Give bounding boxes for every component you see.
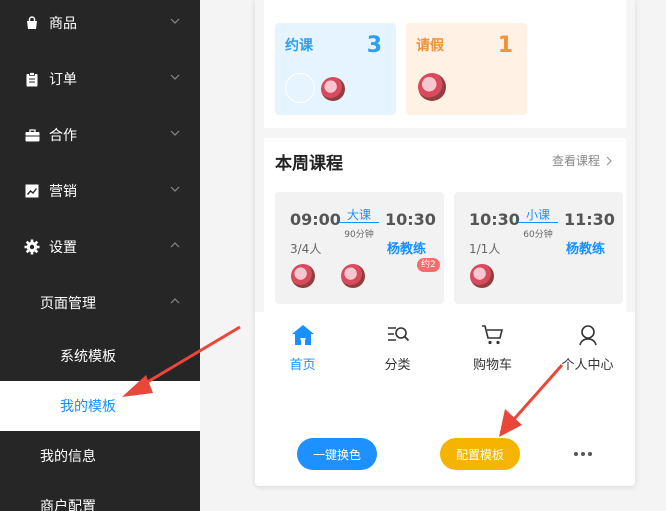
chevron-down-icon <box>170 186 180 192</box>
tab-label: 购物车 <box>472 358 512 373</box>
sidebar-item-label: 页面管理 <box>40 296 96 312</box>
chevron-down-icon <box>170 18 180 24</box>
avatar <box>291 264 315 288</box>
tab-home[interactable]: 首页 <box>255 312 350 382</box>
sidebar-item-label: 系统模板 <box>60 349 116 365</box>
chevron-up-icon <box>170 242 180 248</box>
course-type: 小课 <box>525 208 550 222</box>
clipboard-icon <box>24 71 40 87</box>
section-title: 本周课程 <box>275 154 343 174</box>
stat-booked[interactable]: 约课 3 <box>275 23 396 115</box>
course-end-time: 11:30 <box>564 210 615 229</box>
stat-label: 请假 <box>416 38 444 54</box>
sidebar-item-label: 营销 <box>49 184 77 200</box>
stat-leave[interactable]: 请假 1 <box>406 23 527 115</box>
avatar <box>418 73 446 101</box>
course-start-time: 10:30 <box>469 210 520 229</box>
more-options-icon[interactable] <box>571 442 595 466</box>
stat-label: 约课 <box>285 38 313 54</box>
chevron-right-icon <box>606 156 612 165</box>
avatar <box>470 264 494 288</box>
course-type: 大课 <box>346 208 371 222</box>
bottom-tabbar: 首页 分类 购物车 个人中心 <box>255 312 635 382</box>
sidebar-item-cooperation[interactable]: 合作 <box>0 107 200 163</box>
course-start-time: 09:00 <box>290 210 341 229</box>
chevron-up-icon <box>170 298 180 304</box>
tab-label: 分类 <box>384 358 411 373</box>
course-end-time: 10:30 <box>385 210 436 229</box>
sidebar-item-label: 合作 <box>49 128 77 144</box>
course-attendance: 3/4人 <box>290 242 322 256</box>
booking-stats-card: 约课 3 请假 1 <box>264 0 626 128</box>
sidebar-item-my-info[interactable]: 我的信息 <box>0 431 200 481</box>
chevron-down-icon <box>170 130 180 136</box>
tab-profile[interactable]: 个人中心 <box>540 312 635 382</box>
sidebar-item-orders[interactable]: 订单 <box>0 51 200 107</box>
sidebar-item-page-management[interactable]: 页面管理 <box>0 275 200 331</box>
weekly-courses-card: 本周课程 查看课程 09:00 大课 90分钟 10:30 3/4人 杨教练 约… <box>264 138 626 312</box>
category-search-icon <box>387 327 409 342</box>
course-duration: 90分钟 <box>344 230 374 240</box>
sidebar-item-products[interactable]: 商品 <box>0 0 200 51</box>
briefcase-icon <box>24 127 40 143</box>
avatar <box>321 77 345 101</box>
sidebar-item-label: 商户配置 <box>40 499 96 511</box>
course-teacher: 杨教练 <box>387 242 427 257</box>
course-teacher: 杨教练 <box>566 242 606 257</box>
sidebar-item-settings[interactable]: 设置 <box>0 219 200 275</box>
course-card[interactable]: 09:00 大课 90分钟 10:30 3/4人 杨教练 约2 <box>275 192 444 304</box>
tab-category[interactable]: 分类 <box>350 312 445 382</box>
sidebar-item-marketing[interactable]: 营销 <box>0 163 200 219</box>
course-divider <box>339 222 379 223</box>
phone-content: 约课 3 请假 1 本周课程 查看课程 09:00 大课 90分钟 10:30 … <box>255 0 635 312</box>
booking-badge: 约2 <box>417 258 440 272</box>
home-icon <box>291 325 314 345</box>
sidebar-item-my-templates[interactable]: 我的模板 <box>0 381 200 431</box>
chevron-down-icon <box>170 74 180 80</box>
sidebar-item-label: 设置 <box>49 240 77 256</box>
phone-preview: 约课 3 请假 1 本周课程 查看课程 09:00 大课 90分钟 10:30 … <box>255 0 635 486</box>
sidebar-item-system-templates[interactable]: 系统模板 <box>0 331 200 381</box>
sidebar-item-merchant-config[interactable]: 商户配置 <box>0 481 200 511</box>
view-courses-link[interactable]: 查看课程 <box>552 152 614 169</box>
course-duration: 60分钟 <box>523 230 553 240</box>
tab-label: 个人中心 <box>561 358 614 373</box>
sidebar: 商品 订单 合作 营销 设置 页面管理 系统模板 我的模板 我的信息 商户配置 <box>0 0 200 511</box>
configure-template-button[interactable]: 配置模板 <box>440 438 520 470</box>
template-preview-area: 约课 3 请假 1 本周课程 查看课程 09:00 大课 90分钟 10:30 … <box>200 0 666 511</box>
tab-label: 首页 <box>289 358 316 373</box>
sidebar-item-label: 订单 <box>49 72 77 88</box>
cart-icon <box>481 325 503 345</box>
sidebar-item-label: 我的模板 <box>60 399 116 415</box>
avatar-placeholder <box>285 73 315 103</box>
tab-cart[interactable]: 购物车 <box>445 312 540 382</box>
course-divider <box>518 222 558 223</box>
stat-value: 1 <box>497 33 513 58</box>
sidebar-item-label: 我的信息 <box>40 449 96 465</box>
gear-icon <box>24 239 40 255</box>
bag-icon <box>24 15 40 31</box>
stat-value: 3 <box>366 33 382 58</box>
avatar <box>341 264 365 288</box>
view-courses-label: 查看课程 <box>551 154 600 168</box>
recolor-button[interactable]: 一键换色 <box>297 438 377 470</box>
sidebar-item-label: 商品 <box>49 16 77 32</box>
course-attendance: 1/1人 <box>469 242 501 256</box>
trend-chart-icon <box>24 183 40 199</box>
course-card[interactable]: 10:30 小课 60分钟 11:30 1/1人 杨教练 <box>454 192 623 304</box>
user-icon <box>578 325 597 346</box>
